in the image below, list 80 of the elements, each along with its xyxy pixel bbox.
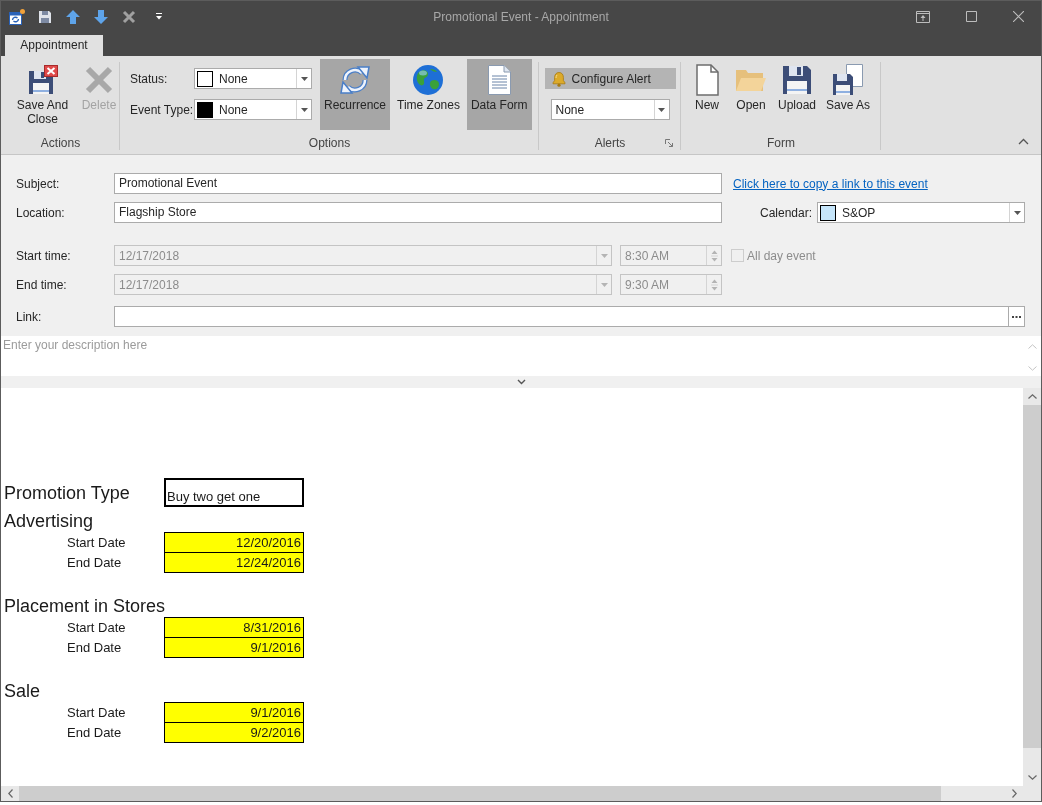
- field-label: Subject:: [16, 176, 61, 191]
- group-label: Options: [308, 135, 351, 152]
- ribbon-button[interactable]: Time Zones: [393, 59, 464, 130]
- globe-icon: [412, 64, 445, 96]
- caret-icon: [600, 253, 608, 258]
- date-field[interactable]: 12/24/2016: [164, 552, 304, 573]
- caret-icon: [658, 107, 665, 112]
- ribbon-button[interactable]: Save As: [822, 59, 875, 130]
- ribbon-button[interactable]: Save And Close: [9, 59, 76, 130]
- save-icon[interactable]: [37, 8, 53, 25]
- copy-link[interactable]: Click here to copy a link to this event: [733, 176, 928, 191]
- spinner-arrows-icon: [710, 277, 718, 292]
- group-label: Alerts: [594, 135, 626, 152]
- section-heading: Advertising: [4, 510, 94, 532]
- browse-button[interactable]: [1009, 306, 1025, 327]
- promotion-type-label: Promotion Type: [4, 481, 131, 504]
- bell-icon: [550, 70, 567, 87]
- ellipsis-icon: [1012, 315, 1021, 318]
- link-field[interactable]: [114, 306, 1009, 327]
- field-label: Calendar:: [759, 205, 812, 220]
- chevron-up-icon[interactable]: [1018, 138, 1029, 145]
- ribbon-button[interactable]: New: [686, 59, 728, 130]
- field-label: Location:: [16, 205, 66, 220]
- field-label: Event Type:: [130, 102, 194, 117]
- scroll-left-icon[interactable]: [7, 789, 13, 798]
- field-label: End time:: [16, 277, 68, 292]
- floppy-icon: [781, 64, 813, 96]
- down-arrow-icon[interactable]: [93, 8, 109, 25]
- group-label: Actions: [40, 135, 81, 152]
- caret-icon: [300, 107, 308, 112]
- window-title: Promotional Event - Appointment: [433, 9, 609, 24]
- up-arrow-icon[interactable]: [65, 8, 81, 25]
- spinner-arrows-icon: [710, 248, 718, 263]
- x-icon[interactable]: [121, 8, 137, 25]
- circular-arrows-icon: [339, 64, 371, 96]
- scroll-down-icon[interactable]: [1027, 775, 1037, 780]
- dialog-launcher-icon[interactable]: [665, 139, 673, 147]
- dropdown[interactable]: None: [550, 99, 670, 120]
- date-label: End Date: [67, 640, 123, 655]
- caret-icon[interactable]: [155, 13, 163, 20]
- maximize-icon[interactable]: [966, 11, 977, 22]
- calendar-arrows-icon[interactable]: [9, 8, 25, 25]
- date-label: Start Date: [67, 705, 127, 720]
- chevron-down-icon[interactable]: [516, 379, 526, 385]
- floppy-page-icon: [832, 64, 865, 96]
- ribbon-button[interactable]: Upload: [774, 59, 821, 130]
- group-label: Form: [767, 135, 795, 152]
- ribbon-button[interactable]: Recurrence: [320, 59, 391, 130]
- ribbon-button[interactable]: Configure Alert: [544, 68, 676, 89]
- caret-icon: [600, 282, 608, 287]
- section-heading: Sale: [4, 680, 41, 702]
- date-field[interactable]: 9/1/2016: [164, 637, 304, 658]
- ribbon-tab[interactable]: Appointment: [5, 35, 103, 56]
- dropdown[interactable]: None: [194, 68, 312, 89]
- date-label: Start Date: [67, 620, 127, 635]
- close-icon[interactable]: [1013, 11, 1024, 22]
- caret-icon: [300, 76, 308, 81]
- scroll-up-icon[interactable]: [1027, 394, 1037, 399]
- scroll-right-icon[interactable]: [1011, 789, 1017, 798]
- location-field[interactable]: Flagship Store: [114, 202, 722, 223]
- x-icon: [83, 64, 115, 96]
- date-label: Start Date: [67, 535, 127, 550]
- field-label: Start time:: [16, 248, 72, 263]
- floppy-x-icon: [26, 64, 59, 96]
- caret-icon: [1013, 210, 1021, 215]
- date-field[interactable]: 9/2/2016: [164, 722, 304, 743]
- field-label: Status:: [130, 71, 169, 86]
- dropdown[interactable]: None: [194, 99, 312, 120]
- calendar-dropdown[interactable]: S&OP: [817, 202, 1025, 223]
- date-label: End Date: [67, 725, 123, 740]
- subject-field[interactable]: Promotional Event: [114, 173, 722, 194]
- field-label: Link:: [16, 309, 43, 324]
- section-heading: Placement in Stores: [4, 595, 166, 617]
- ribbon-button[interactable]: Open: [730, 59, 772, 130]
- date-field[interactable]: 12/20/2016: [164, 532, 304, 553]
- date-field[interactable]: 9/1/2016: [164, 702, 304, 723]
- promotion-type-field[interactable]: Buy two get one: [164, 478, 304, 507]
- date-label: End Date: [67, 555, 123, 570]
- date-field[interactable]: 8/31/2016: [164, 617, 304, 638]
- ribbon-button[interactable]: Data Form: [466, 59, 532, 130]
